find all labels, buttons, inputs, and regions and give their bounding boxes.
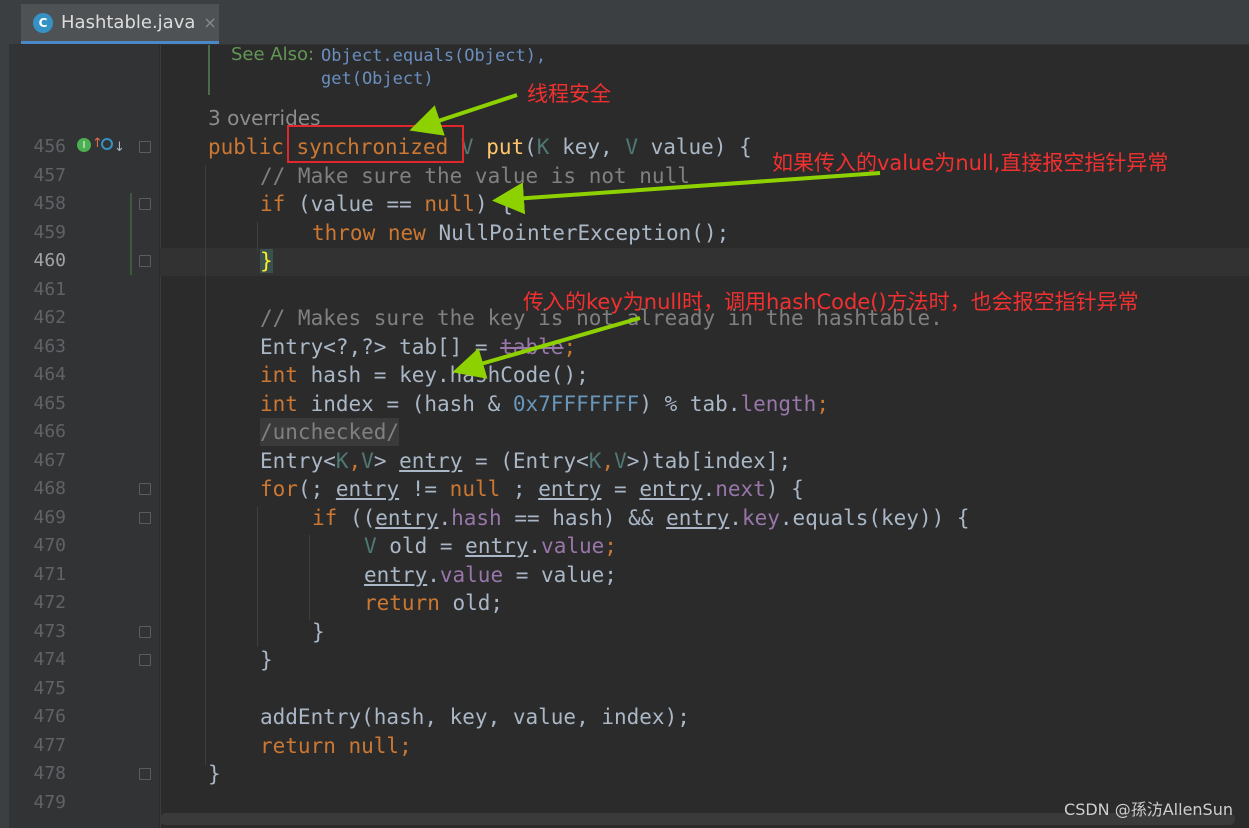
current-line-highlight: [160, 248, 1249, 276]
line-number[interactable]: 476: [14, 703, 66, 731]
annotation-value-null: 如果传入的value为null,直接报空指针异常: [772, 151, 1169, 175]
fold-marker-icon[interactable]: [139, 768, 151, 780]
fold-marker-icon[interactable]: [139, 512, 151, 524]
code-line-472[interactable]: return old;: [364, 589, 503, 617]
line-number[interactable]: 477: [14, 732, 66, 760]
see-also-label: See Also:: [231, 44, 315, 65]
code-line-460[interactable]: }: [260, 247, 273, 275]
line-number[interactable]: 456: [14, 133, 66, 161]
line-number[interactable]: 461: [14, 276, 66, 304]
line-number[interactable]: 479: [14, 789, 66, 817]
code-line-476[interactable]: addEntry(hash, key, value, index);: [260, 703, 690, 731]
code-line-474[interactable]: }: [260, 646, 273, 674]
watermark: CSDN @孫汸AllenSun: [1064, 800, 1233, 819]
line-number[interactable]: 462: [14, 304, 66, 332]
indent-guide: [309, 535, 310, 620]
override-marker-icon[interactable]: I: [77, 138, 91, 152]
code-line-457[interactable]: // Make sure the value is not null: [260, 162, 690, 190]
code-line-478[interactable]: }: [208, 760, 221, 788]
editor-tab-bar: C Hashtable.java ×: [9, 0, 1249, 45]
line-number[interactable]: 466: [14, 418, 66, 446]
annotation-key-null: 传入的key为null时，调用hashCode()方法时，也会报空指针异常: [523, 290, 1139, 314]
synchronized-highlight-box: [287, 125, 464, 163]
overridden-marker-icon[interactable]: [101, 138, 113, 150]
line-number[interactable]: 472: [14, 589, 66, 617]
see-also-link-get[interactable]: get(Object): [321, 69, 434, 89]
line-number[interactable]: 464: [14, 361, 66, 389]
code-line-463[interactable]: Entry<?,?> tab[] = table;: [260, 333, 576, 361]
close-icon[interactable]: ×: [203, 13, 216, 32]
code-line-470[interactable]: V old = entry.value;: [364, 532, 617, 560]
tab-title: Hashtable.java: [61, 12, 196, 33]
javadoc-see-also: [208, 45, 210, 95]
left-tool-strip: [0, 0, 9, 828]
line-number[interactable]: 463: [14, 333, 66, 361]
code-line-466[interactable]: /unchecked/: [260, 418, 400, 446]
line-number[interactable]: 478: [14, 760, 66, 788]
line-number[interactable]: 473: [14, 618, 66, 646]
indent-guide: [257, 222, 258, 252]
code-line-473[interactable]: }: [312, 618, 325, 646]
change-marker: [130, 193, 132, 275]
line-number[interactable]: 475: [14, 675, 66, 703]
gutter-divider: [160, 45, 161, 828]
code-line-471[interactable]: entry.value = value;: [364, 561, 617, 589]
code-line-469[interactable]: if ((entry.hash == hash) && entry.key.eq…: [312, 504, 970, 532]
line-number[interactable]: 465: [14, 390, 66, 418]
code-line-477[interactable]: return null;: [260, 732, 412, 760]
code-line-468[interactable]: for(; entry != null ; entry = entry.next…: [260, 475, 804, 503]
code-line-467[interactable]: Entry<K,V> entry = (Entry<K,V>)tab[index…: [260, 447, 791, 475]
tab-hashtable-java[interactable]: C Hashtable.java ×: [21, 4, 219, 44]
line-number[interactable]: 471: [14, 561, 66, 589]
fold-marker-icon[interactable]: [139, 626, 151, 638]
indent-guide: [257, 507, 258, 647]
class-c-icon: C: [33, 12, 53, 33]
fold-marker-icon[interactable]: [139, 141, 151, 153]
see-also-link-equals[interactable]: Object.equals(Object),: [321, 46, 546, 66]
line-number[interactable]: 468: [14, 475, 66, 503]
line-number[interactable]: 458: [14, 190, 66, 218]
code-line-458[interactable]: if (value == null) {: [260, 190, 513, 218]
code-line-465[interactable]: int index = (hash & 0x7FFFFFFF) % tab.le…: [260, 390, 829, 418]
arrow-thread-safe: [409, 93, 518, 136]
fold-marker-icon[interactable]: [139, 483, 151, 495]
fold-marker-icon[interactable]: [139, 255, 151, 267]
line-number[interactable]: 474: [14, 646, 66, 674]
line-number[interactable]: 467: [14, 447, 66, 475]
annotation-thread-safe: 线程安全: [527, 82, 611, 106]
line-number[interactable]: 469: [14, 504, 66, 532]
line-number[interactable]: 459: [14, 219, 66, 247]
code-line-459[interactable]: throw new NullPointerException();: [312, 219, 729, 247]
code-line-464[interactable]: int hash = key.hashCode();: [260, 361, 589, 389]
arrow-down-icon: ↓: [114, 140, 125, 155]
fold-marker-icon[interactable]: [139, 198, 151, 210]
line-number[interactable]: 457: [14, 162, 66, 190]
fold-marker-icon[interactable]: [139, 654, 151, 666]
indent-guide: [205, 165, 206, 765]
line-number[interactable]: 470: [14, 532, 66, 560]
line-number[interactable]: 460: [14, 247, 66, 275]
